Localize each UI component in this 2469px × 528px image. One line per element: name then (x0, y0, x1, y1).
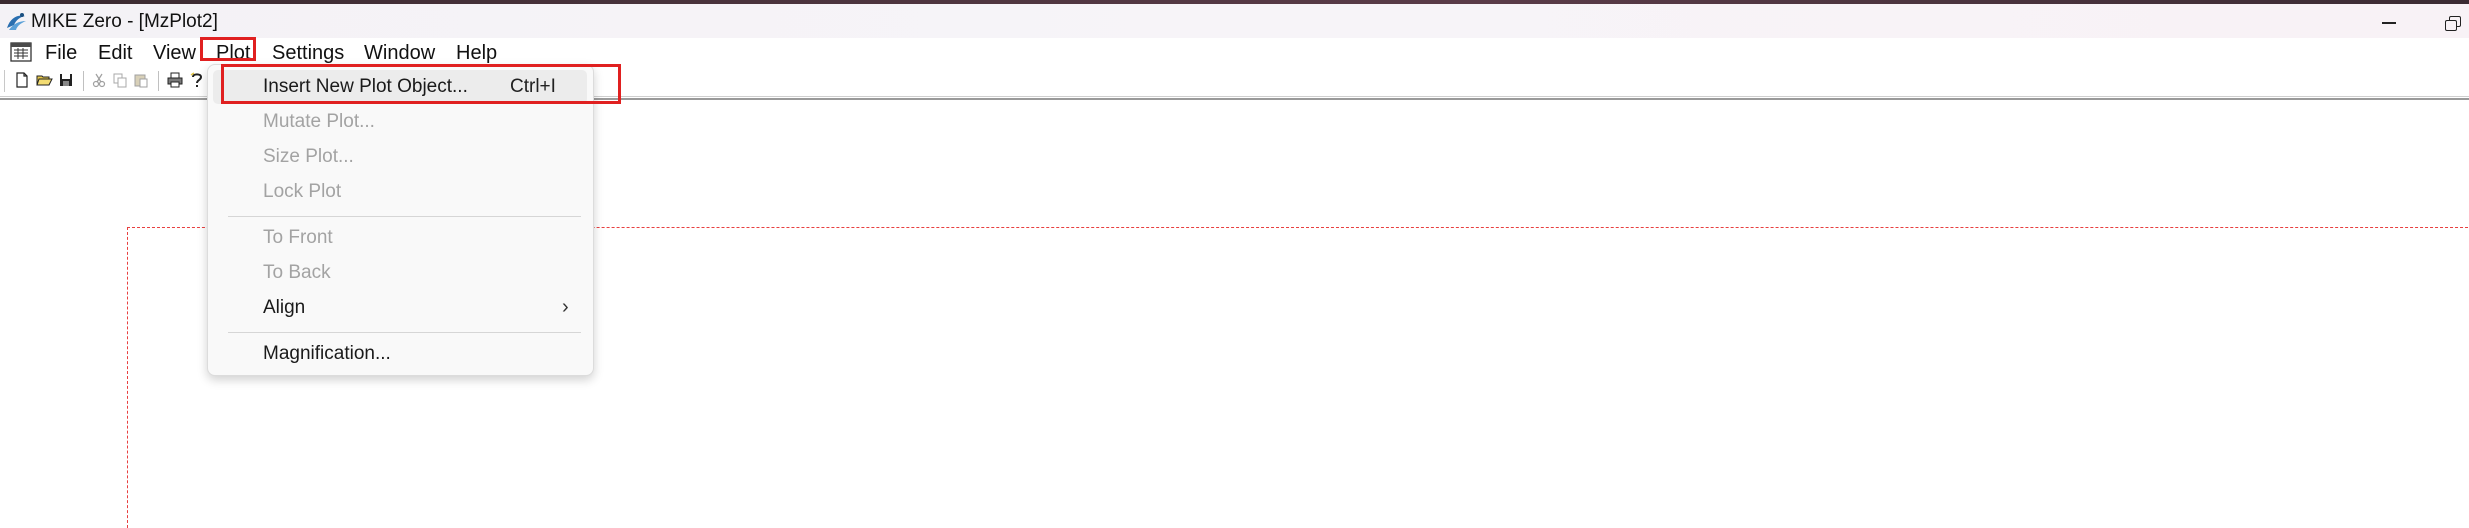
menu-item-label: Mutate Plot... (263, 111, 375, 132)
menu-bar: File Edit View Plot Settings Window Help (0, 37, 2469, 66)
menu-view[interactable]: View (153, 41, 196, 65)
print-icon[interactable] (166, 71, 184, 89)
window-title: MIKE Zero - [MzPlot2] (31, 11, 218, 32)
menu-item-label: Align (263, 297, 306, 318)
menu-settings[interactable]: Settings (272, 41, 344, 65)
menu-separator (228, 216, 581, 217)
mike-zero-app-icon (7, 13, 26, 30)
submenu-arrow-icon: › (562, 296, 569, 318)
menu-item-size-plot[interactable]: Size Plot... (208, 140, 593, 174)
title-bar[interactable]: MIKE Zero - [MzPlot2] (0, 4, 2469, 38)
restore-button[interactable] (2442, 12, 2466, 32)
menu-item-lock-plot[interactable]: Lock Plot (208, 175, 593, 209)
menu-help[interactable]: Help (456, 41, 497, 65)
toolbar-grip[interactable] (4, 70, 9, 92)
plot-dropdown-menu: Insert New Plot Object... Ctrl+I Mutate … (207, 64, 594, 376)
copy-icon[interactable] (111, 71, 129, 89)
restore-icon-front (2445, 20, 2457, 31)
new-document-icon[interactable] (13, 71, 31, 89)
plot-menu-highlight-box (200, 37, 256, 61)
help-icon[interactable] (188, 71, 206, 89)
menu-window[interactable]: Window (364, 41, 435, 65)
menu-file[interactable]: File (45, 41, 77, 65)
menu-item-magnification[interactable]: Magnification... (208, 337, 593, 371)
menu-item-label: Size Plot... (263, 146, 354, 167)
menu-item-label: To Front (263, 227, 333, 248)
menu-item-label: To Back (263, 262, 331, 283)
toolbar-separator (158, 71, 159, 91)
toolbar-separator (83, 71, 84, 91)
cut-icon[interactable] (90, 71, 108, 89)
document-system-menu-icon[interactable] (10, 42, 32, 62)
menu-edit[interactable]: Edit (98, 41, 132, 65)
menu-item-to-back[interactable]: To Back (208, 256, 593, 290)
menu-item-align[interactable]: Align › (208, 291, 593, 325)
menu-item-mutate-plot[interactable]: Mutate Plot... (208, 105, 593, 139)
menu-item-label: Lock Plot (263, 181, 342, 202)
menu-item-to-front[interactable]: To Front (208, 221, 593, 255)
open-folder-icon[interactable] (35, 71, 53, 89)
minimize-button[interactable] (2378, 12, 2402, 32)
menu-item-label: Magnification... (263, 343, 391, 364)
insert-plot-object-highlight-box (221, 64, 621, 104)
menu-separator (228, 332, 581, 333)
save-icon[interactable] (57, 71, 75, 89)
paste-icon[interactable] (132, 71, 150, 89)
